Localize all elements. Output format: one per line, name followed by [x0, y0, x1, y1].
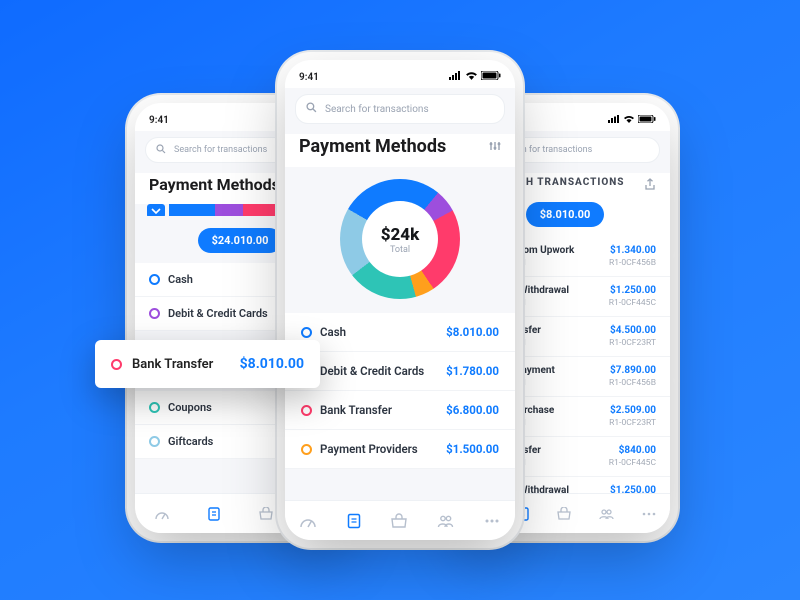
txn-amount: $2.509.00: [609, 405, 656, 416]
txn-ref: R1-0CF23RT: [609, 338, 656, 348]
method-label: Giftcards: [168, 435, 213, 448]
page-title: CASH TRANSACTIONS: [504, 173, 625, 196]
method-amount: $1.500.00: [446, 442, 499, 456]
search-icon: [306, 102, 317, 116]
method-color-icon: [149, 308, 160, 319]
list-item[interactable]: Bank Transfer $6.800.00: [285, 391, 515, 430]
tab-store-icon[interactable]: [258, 507, 274, 521]
txn-amount: $7.890.00: [609, 365, 656, 376]
tab-more-icon[interactable]: [483, 513, 501, 529]
method-label: Coupons: [168, 401, 212, 414]
txn-ref: R1-0CF23RT: [609, 418, 656, 428]
method-label: Payment Providers: [320, 442, 418, 456]
tab-people-icon[interactable]: [598, 507, 614, 521]
txn-ref: R1-0CF456B: [609, 378, 656, 388]
status-time: 9:41: [149, 115, 169, 126]
method-color-icon: [149, 436, 160, 447]
search-placeholder: Search for transactions: [325, 104, 429, 115]
method-label: Debit & Credit Cards: [168, 307, 268, 320]
tab-store-icon[interactable]: [390, 513, 408, 529]
tab-dashboard-icon[interactable]: [299, 513, 317, 529]
status-icons: [449, 71, 501, 83]
tab-transactions-icon[interactable]: [346, 513, 362, 529]
search-icon: [156, 144, 166, 157]
tab-transactions-icon[interactable]: [207, 507, 221, 521]
page-title: Payment Methods: [299, 136, 446, 157]
signal-icon: [449, 71, 462, 83]
wifi-icon: [623, 115, 635, 126]
method-amount: $1.780.00: [446, 364, 499, 378]
payment-method-list: Cash $8.010.00 Debit & Credit Cards $1.780.…: [285, 313, 515, 469]
total-pill: $24.010.00: [198, 228, 283, 253]
method-color-icon: [301, 444, 312, 455]
method-label: Bank Transfer: [320, 403, 392, 417]
method-color-icon: [301, 327, 312, 338]
method-color-icon: [149, 274, 160, 285]
tab-people-icon[interactable]: [436, 513, 454, 529]
list-item[interactable]: Payment Providers $1.500.00: [285, 430, 515, 469]
tab-transactions-icon[interactable]: [516, 507, 530, 521]
txn-amount: $1.340.00: [609, 245, 656, 256]
signal-icon: [608, 115, 620, 126]
page-title: Payment Methods: [149, 175, 280, 194]
tab-bar: [285, 500, 515, 540]
method-label: Cash: [320, 325, 346, 339]
method-color-icon: [301, 405, 312, 416]
method-label: Debit & Credit Cards: [320, 364, 424, 378]
txn-ref: R1-0CF445C: [609, 298, 656, 308]
donut-center: $24k Total: [285, 167, 515, 313]
txn-amount: $1.250.00: [609, 285, 656, 296]
method-amount: $8.010.00: [240, 356, 304, 372]
share-icon[interactable]: [644, 175, 656, 194]
donut-total: $24k: [381, 225, 420, 245]
highlighted-method-card[interactable]: Bank Transfer $8.010.00: [95, 340, 320, 388]
status-time: 9:41: [299, 72, 319, 83]
method-amount: $8.010.00: [446, 325, 499, 339]
txn-amount: $840.00: [609, 445, 656, 456]
txn-amount: $4.500.00: [609, 325, 656, 336]
stripe-segment: [215, 204, 243, 216]
battery-icon: [481, 71, 501, 83]
notch: [354, 60, 446, 78]
section-header: Payment Methods: [285, 134, 515, 167]
method-color-icon: [111, 359, 122, 370]
filter-icon[interactable]: [489, 137, 501, 156]
tab-more-icon[interactable]: [641, 507, 657, 521]
method-amount: $6.800.00: [446, 403, 499, 417]
method-color-icon: [149, 402, 160, 413]
search-input[interactable]: Search for transactions: [295, 94, 505, 124]
stripe-segment: [243, 204, 278, 216]
txn-ref: R1-0CF456B: [609, 258, 656, 268]
phone-payment-methods-donut: 9:41 Search for transactions Payment Met…: [285, 60, 515, 540]
status-icons: [608, 115, 656, 126]
stripe-segment: [169, 204, 215, 216]
search-placeholder: Search for transactions: [174, 145, 267, 155]
donut-chart: $24k Total: [285, 167, 515, 313]
txn-ref: R1-0CF445C: [609, 458, 656, 468]
wifi-icon: [465, 71, 478, 83]
total-pill: $8.010.00: [526, 202, 605, 227]
tab-store-icon[interactable]: [556, 507, 572, 521]
method-label: Bank Transfer: [132, 357, 213, 372]
method-label: Cash: [168, 273, 193, 286]
notch: [519, 103, 611, 121]
battery-icon: [638, 115, 656, 126]
notch: [194, 103, 286, 121]
donut-total-label: Total: [390, 245, 410, 255]
tab-dashboard-icon[interactable]: [154, 507, 170, 521]
